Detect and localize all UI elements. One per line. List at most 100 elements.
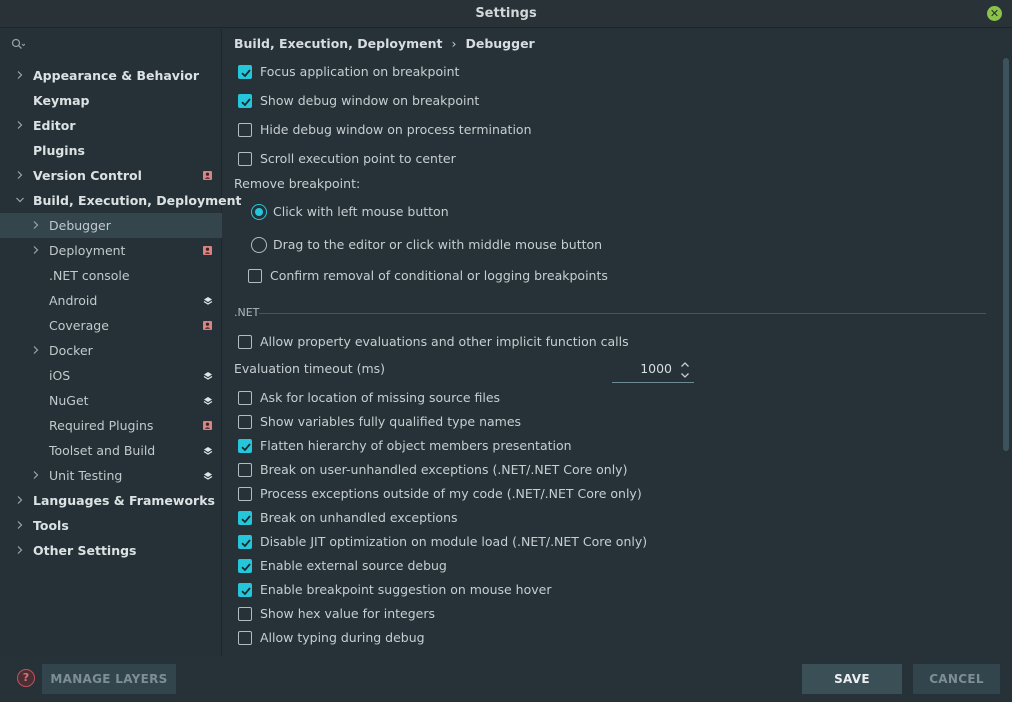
- sidebar-item-editor[interactable]: Editor: [0, 113, 222, 138]
- sidebar-item-label: Languages & Frameworks: [33, 493, 215, 508]
- checkmark-icon: [241, 563, 251, 572]
- sidebar-item-coverage[interactable]: Coverage: [0, 313, 222, 338]
- option-label: Process exceptions outside of my code (.…: [260, 486, 642, 501]
- sidebar-item-label: iOS: [49, 368, 71, 383]
- sidebar-item-label: Other Settings: [33, 543, 137, 558]
- sidebar-item-net-console[interactable]: .NET console: [0, 263, 222, 288]
- sidebar-item-label: Tools: [33, 518, 69, 533]
- eval-timeout-value[interactable]: 1000: [640, 361, 672, 376]
- option-label: Drag to the editor or click with middle …: [273, 237, 603, 252]
- vertical-scrollbar[interactable]: [1003, 58, 1009, 451]
- sidebar-item-debugger[interactable]: Debugger: [0, 213, 222, 238]
- sidebar-item-label: Unit Testing: [49, 468, 123, 483]
- checkbox[interactable]: [238, 152, 252, 166]
- window-titlebar: Settings ✕: [0, 0, 1012, 28]
- sidebar-item-appearance-behavior[interactable]: Appearance & Behavior: [0, 63, 222, 88]
- layers-icon: [203, 396, 213, 405]
- chevron-right-icon[interactable]: [15, 545, 25, 555]
- checkbox[interactable]: [238, 94, 252, 108]
- layers-icon: [203, 446, 213, 455]
- chevron-up-icon[interactable]: [680, 360, 690, 369]
- sidebar-item-keymap[interactable]: Keymap: [0, 88, 222, 113]
- checkbox[interactable]: [238, 65, 252, 79]
- checkbox[interactable]: [238, 335, 252, 349]
- checkbox[interactable]: [238, 583, 252, 597]
- checkmark-icon: [241, 443, 251, 452]
- checkbox[interactable]: [238, 391, 252, 405]
- checkbox[interactable]: [238, 631, 252, 645]
- chevron-right-icon[interactable]: [15, 70, 25, 80]
- radio-button[interactable]: [251, 237, 267, 253]
- layers-icon: [203, 296, 213, 305]
- checkbox[interactable]: [238, 511, 252, 525]
- option-label: Show variables fully qualified type name…: [260, 414, 522, 429]
- sidebar-item-languages-frameworks[interactable]: Languages & Frameworks: [0, 488, 222, 513]
- sidebar-item-version-control[interactable]: Version Control: [0, 163, 222, 188]
- search-input[interactable]: [30, 34, 215, 54]
- sidebar-item-required-plugins[interactable]: Required Plugins: [0, 413, 222, 438]
- search-icon: [11, 38, 25, 49]
- sidebar-item-docker[interactable]: Docker: [0, 338, 222, 363]
- sidebar-item-ios[interactable]: iOS: [0, 363, 222, 388]
- sidebar-item-unit-testing[interactable]: Unit Testing: [0, 463, 222, 488]
- radio-button[interactable]: [251, 204, 267, 220]
- option-label: Allow typing during debug: [260, 630, 425, 645]
- chevron-right-icon[interactable]: [15, 520, 25, 530]
- save-button[interactable]: SAVE: [802, 664, 902, 694]
- option-label: Focus application on breakpoint: [260, 64, 460, 79]
- option-label: Scroll execution point to center: [260, 151, 456, 166]
- sidebar-item-toolset-and-build[interactable]: Toolset and Build: [0, 438, 222, 463]
- close-icon[interactable]: ✕: [987, 6, 1002, 21]
- option-label: Break on unhandled exceptions: [260, 510, 458, 525]
- chevron-right-icon[interactable]: [31, 245, 41, 255]
- option-label: Enable external source debug: [260, 558, 447, 573]
- chevron-right-icon[interactable]: [15, 495, 25, 505]
- sidebar-item-android[interactable]: Android: [0, 288, 222, 313]
- checkbox[interactable]: [238, 463, 252, 477]
- settings-search: [0, 29, 222, 59]
- checkmark-icon: [241, 98, 251, 107]
- checkbox[interactable]: [238, 439, 252, 453]
- checkbox[interactable]: [238, 415, 252, 429]
- chevron-right-icon[interactable]: [15, 170, 25, 180]
- eval-timeout-spinner[interactable]: 1000: [612, 357, 694, 383]
- chevron-down-icon[interactable]: [15, 195, 25, 205]
- sidebar-item-label: Coverage: [49, 318, 109, 333]
- breadcrumb: Build, Execution, Deployment › Debugger: [234, 36, 535, 51]
- sidebar-item-label: Android: [49, 293, 98, 308]
- dotnet-section-title: .NET: [234, 306, 260, 319]
- chevron-right-icon[interactable]: [31, 345, 41, 355]
- sidebar-item-label: .NET console: [49, 268, 130, 283]
- sidebar-item-deployment[interactable]: Deployment: [0, 238, 222, 263]
- checkbox[interactable]: [248, 269, 262, 283]
- chevron-right-icon[interactable]: [31, 470, 41, 480]
- sidebar-item-plugins[interactable]: Plugins: [0, 138, 222, 163]
- sidebar-item-label: Required Plugins: [49, 418, 154, 433]
- sidebar-item-other-settings[interactable]: Other Settings: [0, 538, 222, 563]
- remove-breakpoint-label: Remove breakpoint:: [234, 174, 360, 194]
- sidebar-item-label: Version Control: [33, 168, 142, 183]
- window-title: Settings: [475, 6, 537, 21]
- breadcrumb-current: Debugger: [465, 36, 535, 51]
- checkbox[interactable]: [238, 123, 252, 137]
- help-icon[interactable]: ?: [17, 669, 35, 687]
- chevron-right-icon[interactable]: [31, 220, 41, 230]
- breadcrumb-parent[interactable]: Build, Execution, Deployment: [234, 36, 442, 51]
- section-divider: [259, 313, 986, 314]
- cancel-button[interactable]: CANCEL: [913, 664, 1000, 694]
- sidebar-item-label: Deployment: [49, 243, 126, 258]
- checkbox[interactable]: [238, 487, 252, 501]
- sidebar-item-build-execution-deployment[interactable]: Build, Execution, Deployment: [0, 188, 241, 213]
- sidebar-item-nuget[interactable]: NuGet: [0, 388, 222, 413]
- checkbox[interactable]: [238, 607, 252, 621]
- manage-layers-button[interactable]: MANAGE LAYERS: [42, 664, 176, 694]
- option-label: Click with left mouse button: [273, 204, 449, 219]
- option-label: Disable JIT optimization on module load …: [260, 534, 648, 549]
- option-label: Ask for location of missing source files: [260, 390, 501, 405]
- chevron-right-icon[interactable]: [15, 120, 25, 130]
- sidebar-item-tools[interactable]: Tools: [0, 513, 222, 538]
- chevron-down-icon[interactable]: [680, 371, 690, 380]
- checkbox[interactable]: [238, 559, 252, 573]
- checkbox[interactable]: [238, 535, 252, 549]
- sidebar-item-label: Docker: [49, 343, 93, 358]
